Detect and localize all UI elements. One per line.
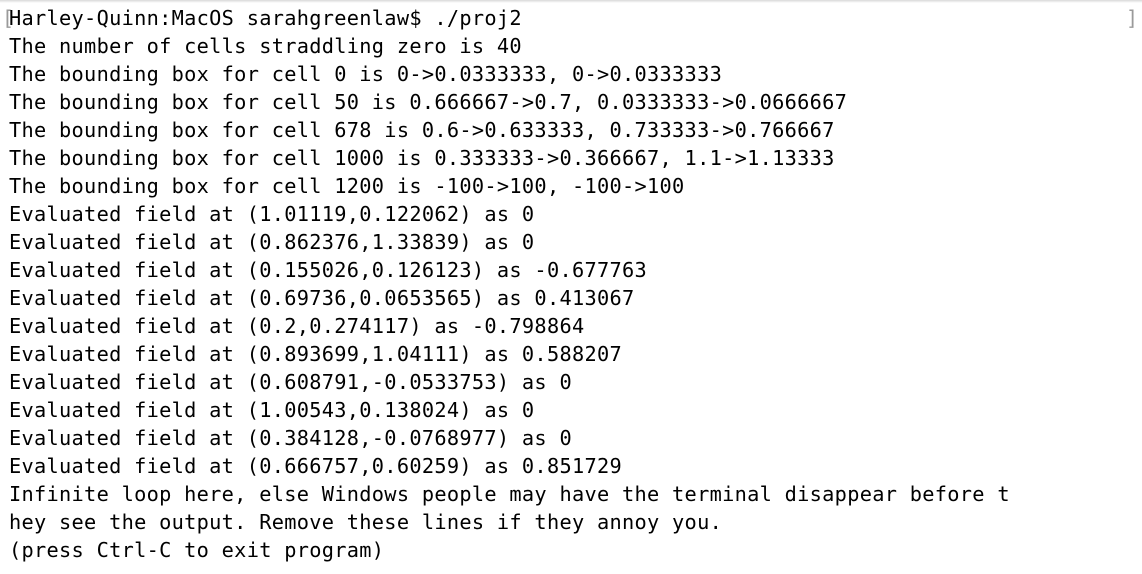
output-line: Evaluated field at (0.2,0.274117) as -0.… [9,314,585,338]
scrolled-content-edge [0,0,1142,3]
output-line: Infinite loop here, else Windows people … [9,482,1010,506]
terminal-output[interactable]: Harley-Quinn:MacOS sarahgreenlaw$ ./proj… [9,4,1010,564]
output-line: Evaluated field at (0.608791,-0.0533753)… [9,370,572,394]
output-line: hey see the output. Remove these lines i… [9,510,723,534]
terminal-window[interactable]: [ ] Harley-Quinn:MacOS sarahgreenlaw$ ./… [0,0,1142,574]
output-line: Evaluated field at (1.01119,0.122062) as… [9,202,535,226]
output-line: Evaluated field at (0.155026,0.126123) a… [9,258,648,282]
shell-prompt-line: Harley-Quinn:MacOS sarahgreenlaw$ ./proj… [9,6,522,30]
output-line: The bounding box for cell 678 is 0.6->0.… [9,118,835,142]
output-line: Evaluated field at (0.666757,0.60259) as… [9,454,623,478]
mark-right-bracket: ] [1126,6,1139,30]
output-line: (press Ctrl-C to exit program) [9,538,385,562]
output-line: Evaluated field at (0.893699,1.04111) as… [9,342,623,366]
output-line: The bounding box for cell 50 is 0.666667… [9,90,848,114]
output-line: Evaluated field at (0.384128,-0.0768977)… [9,426,572,450]
output-line: Evaluated field at (1.00543,0.138024) as… [9,398,535,422]
output-line: The bounding box for cell 1200 is -100->… [9,174,685,198]
output-line: The number of cells straddling zero is 4… [9,34,522,58]
output-line: Evaluated field at (0.862376,1.33839) as… [9,230,535,254]
output-line: The bounding box for cell 1000 is 0.3333… [9,146,835,170]
output-line: The bounding box for cell 0 is 0->0.0333… [9,62,723,86]
output-line: Evaluated field at (0.69736,0.0653565) a… [9,286,635,310]
